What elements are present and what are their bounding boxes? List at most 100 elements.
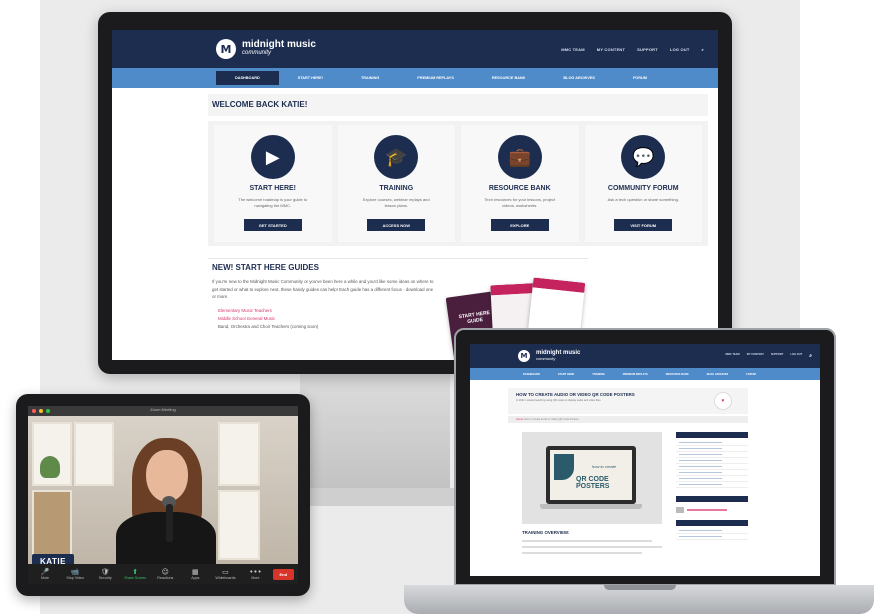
security-button[interactable]: 🛡 Security [92,568,118,580]
more-icon: ••• [249,568,262,576]
breadcrumb-home[interactable]: Home [516,418,523,421]
top-link-my-content[interactable]: MY CONTENT [747,353,764,359]
card-desc: Tech resources for your lessons, project… [484,197,556,208]
get-started-button[interactable]: GET STARTED [243,219,302,231]
desktop-screen: M midnight music community MMC TEAM MY C… [112,30,718,360]
card-title: COMMUNITY FORUM [607,185,679,192]
logo-sub: community [242,50,272,56]
nav-resource-bank[interactable]: RESOURCE BANK [473,71,545,85]
play-icon[interactable]: ▶ [250,135,295,179]
heart-icon[interactable]: ♥ [714,392,732,410]
desktop-monitor: M midnight music community MMC TEAM MY C… [98,12,732,374]
chat-bubbles-icon[interactable]: 💬 [621,135,666,179]
hero-laptop-image: how to create QR CODE POSTERS [546,446,636,504]
presenter-face [146,450,188,502]
more-button[interactable]: ••• More [242,568,268,580]
bookshelf [218,422,260,486]
sidebar-download-link[interactable] [676,506,748,514]
zoom-title-bar: Zoom Meeting [28,406,298,416]
video-camera-icon: 📹 [70,568,80,576]
nav-forum[interactable]: FORUM [614,71,666,85]
reactions-button[interactable]: ☺ Reactions [152,568,178,580]
zoom-controls: 🎤 Mute 📹 Stop Video 🛡 Security ⬆ Share S… [28,564,298,584]
card-start-here: ▶ START HERE! The welcome roadmap is you… [214,125,332,242]
nav-start-here[interactable]: START HERE! [279,71,342,85]
guides-text: If you're new to the Midnight Music Comm… [212,279,434,299]
access-now-button[interactable]: ACCESS NOW [367,219,426,231]
bookshelf [32,490,72,560]
bookshelf [218,490,260,560]
apps-icon: ▦ [192,568,199,576]
laptop-device: M midnight music community MMC TEAM MY C… [454,328,836,586]
nav-premium-replays[interactable]: PREMIUM REPLAYS [614,373,657,376]
training-title: HOW TO CREATE AUDIO OR VIDEO QR CODE POS… [516,392,635,397]
nav-blog-archives[interactable]: BLOG ARCHIVES [544,71,614,85]
top-link-my-content[interactable]: MY CONTENT [597,47,625,52]
card-desc: The welcome roadmap is your guide to nav… [238,197,308,208]
nav-premium-replays[interactable]: PREMIUM REPLAYS [398,71,473,85]
card-title: START HERE! [249,185,297,192]
monitor-stand [300,374,450,492]
zoom-window-title: Zoom Meeting [150,407,176,412]
text-line [522,552,642,554]
logo-sub: community [536,356,556,361]
stop-video-button[interactable]: 📹 Stop Video [62,568,88,580]
sidebar-link[interactable] [676,482,748,488]
site-logo[interactable]: M midnight music community [216,39,316,59]
site-header: M midnight music community MMC TEAM MY C… [112,30,718,68]
top-link-support[interactable]: SUPPORT [771,353,784,359]
top-links: MMC TEAM MY CONTENT SUPPORT LOG OUT ⌕ [561,47,704,52]
card-desc: Explore courses, webinar replays and les… [362,197,430,208]
visit-forum-button[interactable]: VISIT FORUM [614,219,673,231]
sidebar-link[interactable] [676,534,748,540]
nav-start-here[interactable]: START HERE [549,373,583,376]
top-link-team[interactable]: MMC TEAM [725,353,739,359]
nav-dashboard[interactable]: DASHBOARD [514,373,549,376]
welcome-heading: WELCOME BACK KATIE! [208,94,708,116]
training-subtitle: In 2021 I started teaching using QR code… [516,399,602,402]
apps-button[interactable]: ▦ Apps [182,568,208,580]
nav-forum[interactable]: FORUM [737,373,765,376]
top-link-logout[interactable]: LOG OUT [670,47,690,52]
hero-script-text: how to create [592,464,617,469]
top-link-logout[interactable]: LOG OUT [790,353,802,359]
top-link-support[interactable]: SUPPORT [637,47,658,52]
nav-dashboard[interactable]: DASHBOARD [216,71,279,85]
sidebar-header [676,520,748,526]
training-hero-image: how to create QR CODE POSTERS [522,432,662,524]
video-feed: KATIE [28,416,298,564]
laptop-site-header: M midnight music community MMC TEAM MY C… [470,344,820,368]
mute-button[interactable]: 🎤 Mute [32,568,58,580]
card-desc: Ask a tech question or share something. [607,197,679,202]
nav-training[interactable]: TRAINING [342,71,398,85]
logo-mark-icon: M [518,350,530,362]
card-training: 🎓 TRAINING Explore courses, webinar repl… [337,125,455,242]
end-meeting-button[interactable]: End [272,568,295,580]
breadcrumb: Home How to Create Audio or Video QR Cod… [508,416,748,423]
share-screen-button[interactable]: ⬆ Share Screen [122,568,148,580]
microphone-icon: 🎤 [40,568,50,576]
plant [40,456,60,478]
guides-title: NEW! START HERE GUIDES [208,258,588,278]
shield-icon: 🛡 [100,568,110,576]
hero-laptop-base [540,504,642,509]
nav-resource-bank[interactable]: RESOURCE BANK [657,373,698,376]
top-link-team[interactable]: MMC TEAM [561,47,585,52]
nav-training[interactable]: TRAINING [583,373,614,376]
nav-blog-archives[interactable]: BLOG ARCHIVES [698,373,738,376]
search-icon[interactable]: ⌕ [702,47,704,52]
sidebar-header [676,432,748,438]
tablet-device: Zoom Meeting KATIE 🎤 Mute 📹 Stop Video 🛡… [16,394,310,596]
graduation-cap-icon[interactable]: 🎓 [374,135,419,179]
briefcase-icon[interactable]: 💼 [497,135,542,179]
laptop-top-links: MMC TEAM MY CONTENT SUPPORT LOG OUT ⌕ [725,353,812,359]
whiteboards-button[interactable]: ▭ Whiteboards [212,568,238,580]
search-icon[interactable]: ⌕ [809,353,812,359]
training-sidebar [676,432,748,540]
laptop-site-logo[interactable]: M midnight music community [518,350,580,362]
explore-button[interactable]: EXPLORE [490,219,549,231]
microphone [166,504,173,542]
bookshelf [74,422,114,486]
participant-name-tag: KATIE [32,554,74,564]
card-title: RESOURCE BANK [488,185,551,192]
